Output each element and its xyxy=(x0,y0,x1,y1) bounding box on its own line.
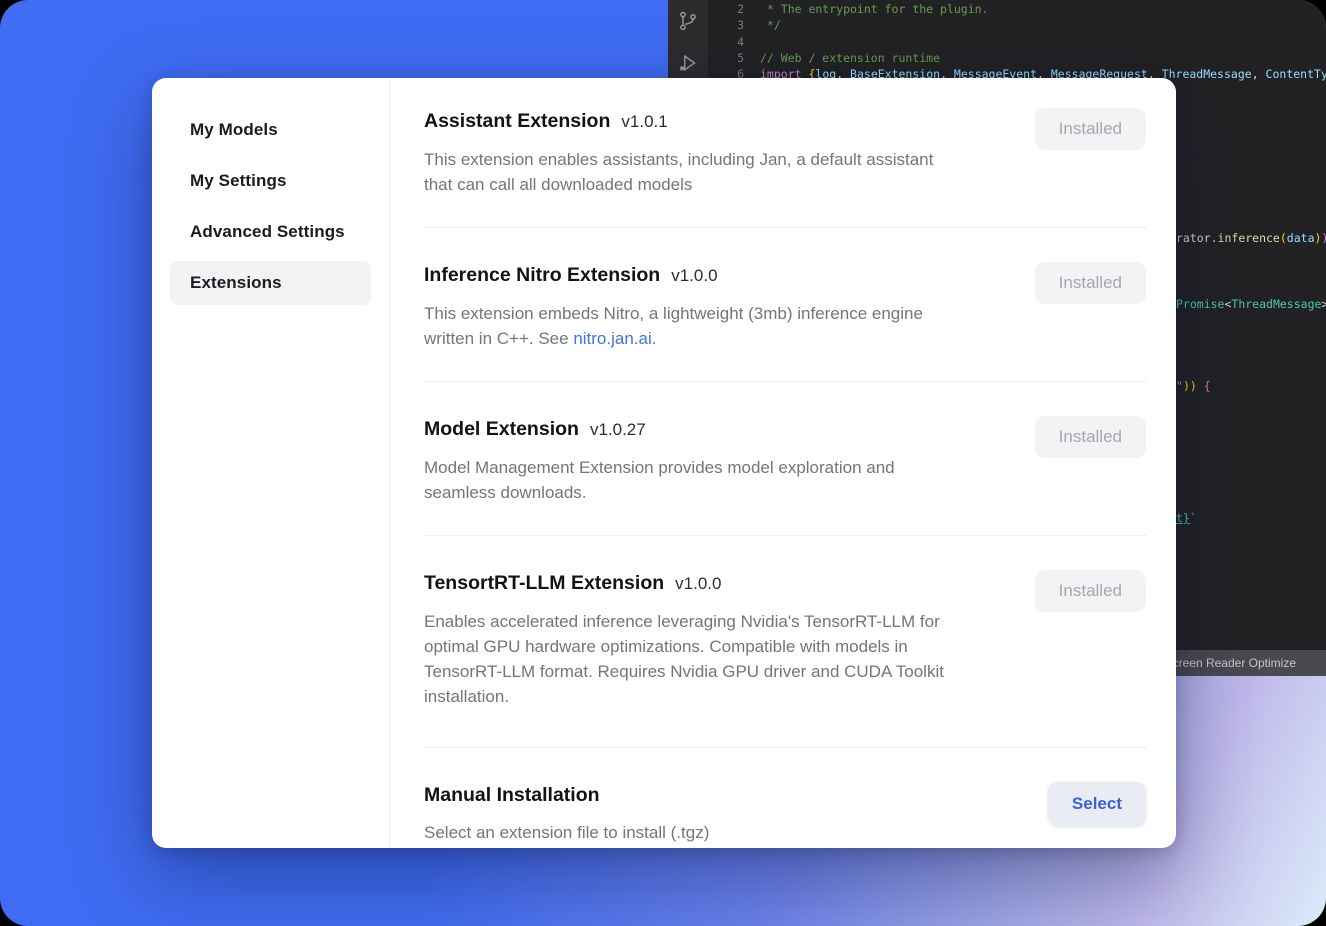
nitro-link[interactable]: nitro.jan.ai. xyxy=(573,329,656,348)
sidebar-item-my-models[interactable]: My Models xyxy=(170,108,371,152)
code-token: > xyxy=(1321,297,1326,311)
code-token: " xyxy=(1176,379,1183,393)
code-line: // Web / extension runtime xyxy=(760,50,1326,66)
code-token: { xyxy=(1197,379,1211,393)
code-token: inference xyxy=(1218,231,1280,245)
extension-description: This extension embeds Nitro, a lightweig… xyxy=(424,301,923,351)
code-token: rator. xyxy=(1176,231,1218,245)
extension-row: Manual Installation Select an extension f… xyxy=(424,748,1146,848)
description-text: This extension enables assistants, inclu… xyxy=(424,150,933,194)
extension-description: This extension enables assistants, inclu… xyxy=(424,147,933,197)
extension-title-row: Assistant Extension v1.0.1 xyxy=(424,108,933,135)
extension-title-row: Inference Nitro Extension v1.0.0 xyxy=(424,262,923,289)
app-window: 23456 * The entrypoint for the plugin. *… xyxy=(0,0,1326,926)
extension-info: Inference Nitro Extension v1.0.0 This exte… xyxy=(424,262,923,351)
sidebar-nav: My Models My Settings Advanced Settings Ext… xyxy=(152,108,389,305)
code-token: ` xyxy=(1190,511,1197,525)
run-debug-icon[interactable] xyxy=(677,52,699,74)
code-token: // Web / extension runtime xyxy=(760,51,940,65)
settings-modal: My Models My Settings Advanced Settings Ext… xyxy=(152,78,1176,848)
extension-row: Inference Nitro Extension v1.0.0 This exte… xyxy=(424,228,1146,382)
select-button[interactable]: Select xyxy=(1048,782,1146,826)
extension-row: TensortRT-LLM Extension v1.0.0 Enables acc… xyxy=(424,536,1146,748)
code-fragment: t}` xyxy=(1176,510,1197,526)
extension-description: Select an extension file to install (.tg… xyxy=(424,820,709,845)
extension-title: Model Extension xyxy=(424,418,579,440)
extension-info: TensortRT-LLM Extension v1.0.0 Enables acc… xyxy=(424,570,944,709)
extension-version: v1.0.0 xyxy=(675,574,721,593)
code-fragment: Promise<ThreadMessage> xyxy=(1176,296,1326,312)
code-token: t} xyxy=(1176,511,1190,525)
extension-list: Assistant Extension v1.0.1 This extension … xyxy=(390,78,1176,848)
installed-button[interactable]: Installed xyxy=(1035,262,1146,304)
code-lines: * The entrypoint for the plugin. */ // We… xyxy=(760,1,1326,82)
code-token: Promise xyxy=(1176,297,1224,311)
extension-info: Model Extension v1.0.27 Model Management E… xyxy=(424,416,895,505)
line-number: 4 xyxy=(708,34,744,50)
settings-sidebar: My Models My Settings Advanced Settings Ext… xyxy=(152,78,390,848)
extension-description: Model Management Extension provides mode… xyxy=(424,455,895,505)
code-token: , xyxy=(1252,67,1266,81)
description-text: Select an extension file to install (.tg… xyxy=(424,823,709,842)
line-numbers: 23456 xyxy=(708,1,744,82)
description-text: Enables accelerated inference leveraging… xyxy=(424,612,944,706)
code-fragment: rator.inference(data)); xyxy=(1176,230,1326,246)
extension-row: Model Extension v1.0.27 Model Management E… xyxy=(424,382,1146,536)
extension-row: Assistant Extension v1.0.1 This extension … xyxy=(424,78,1146,228)
installed-button[interactable]: Installed xyxy=(1035,570,1146,612)
code-fragment: ")) { xyxy=(1176,378,1211,394)
code-token: ContentType xyxy=(1266,67,1326,81)
screen-reader-badge[interactable]: Screen Reader Optimize xyxy=(1153,650,1326,676)
extension-title-row: Model Extension v1.0.27 xyxy=(424,416,895,443)
extension-info: Assistant Extension v1.0.1 This extension … xyxy=(424,108,933,197)
extension-info: Manual Installation Select an extension f… xyxy=(424,782,709,845)
sidebar-item-extensions[interactable]: Extensions xyxy=(170,261,371,305)
extension-title-row: Manual Installation xyxy=(424,782,709,808)
extension-version: v1.0.0 xyxy=(671,266,717,285)
extension-title-row: TensortRT-LLM Extension v1.0.0 xyxy=(424,570,944,597)
description-text: Model Management Extension provides mode… xyxy=(424,458,895,502)
code-token: ThreadMessage xyxy=(1231,297,1321,311)
line-number: 5 xyxy=(708,50,744,66)
code-line: */ xyxy=(760,17,1326,33)
line-number: 3 xyxy=(708,17,744,33)
extension-version: v1.0.1 xyxy=(621,112,667,131)
extension-title: Assistant Extension xyxy=(424,110,610,132)
sidebar-item-advanced-settings[interactable]: Advanced Settings xyxy=(170,210,371,254)
extension-title: Manual Installation xyxy=(424,784,600,806)
code-token: )) xyxy=(1183,379,1197,393)
sidebar-item-my-settings[interactable]: My Settings xyxy=(170,159,371,203)
extension-version: v1.0.27 xyxy=(590,420,646,439)
code-token: data xyxy=(1287,231,1315,245)
extension-title: Inference Nitro Extension xyxy=(424,264,660,286)
code-token: */ xyxy=(760,18,781,32)
code-line: * The entrypoint for the plugin. xyxy=(760,1,1326,17)
code-token: ) xyxy=(1321,231,1326,245)
code-token: ( xyxy=(1280,231,1287,245)
code-token: * The entrypoint for the plugin. xyxy=(760,2,988,16)
extension-title: TensortRT-LLM Extension xyxy=(424,572,664,594)
description-text: This extension embeds Nitro, a lightweig… xyxy=(424,304,923,348)
installed-button[interactable]: Installed xyxy=(1035,108,1146,150)
installed-button[interactable]: Installed xyxy=(1035,416,1146,458)
source-control-icon[interactable] xyxy=(677,10,699,32)
code-line xyxy=(760,34,1326,50)
line-number: 2 xyxy=(708,1,744,17)
code-token: ThreadMessage xyxy=(1162,67,1252,81)
extension-description: Enables accelerated inference leveraging… xyxy=(424,609,944,709)
